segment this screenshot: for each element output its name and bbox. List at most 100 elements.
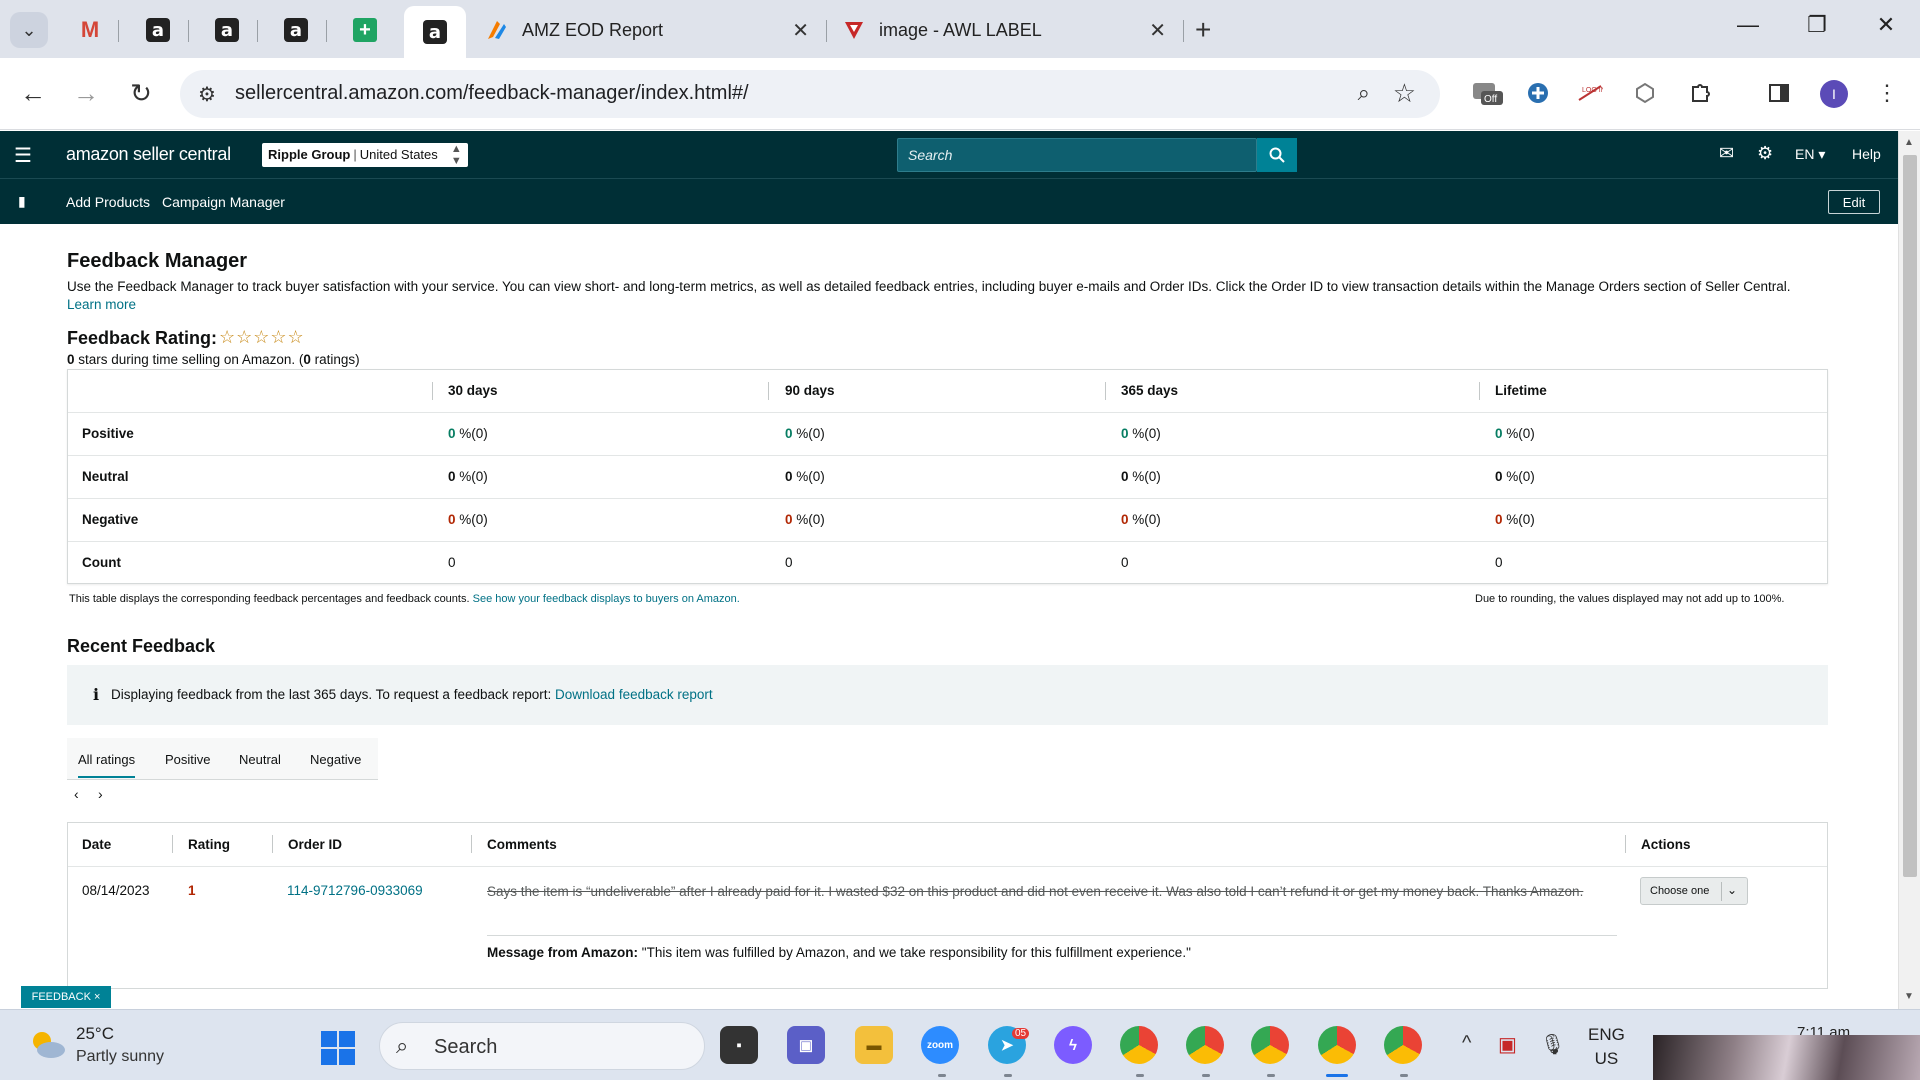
taskbar-search-input[interactable]: ⌕ Search: [379, 1022, 705, 1070]
extension-login-icon[interactable]: LOG IN: [1573, 78, 1607, 108]
order-id-link[interactable]: 114-9712796-0933069: [287, 883, 423, 898]
back-icon[interactable]: ←: [16, 78, 50, 109]
edit-nav-button[interactable]: Edit: [1828, 190, 1880, 214]
percent-value: 0: [1495, 469, 1503, 484]
profile-avatar[interactable]: I: [1820, 80, 1848, 108]
tab-search-dropdown[interactable]: ⌄: [10, 12, 48, 48]
task-view-icon[interactable]: ▪: [720, 1026, 758, 1064]
seller-search-input[interactable]: Search: [897, 138, 1257, 172]
zoom-icon[interactable]: zoom: [921, 1026, 959, 1064]
close-tab-icon[interactable]: ✕: [1149, 18, 1166, 43]
download-report-link[interactable]: Download feedback report: [555, 687, 713, 702]
tray-app-icon[interactable]: ▣: [1498, 1032, 1517, 1057]
column-separator: [768, 382, 769, 400]
metrics-row-count: Count 0 0 0 0: [68, 542, 1827, 585]
lang-code: ENG: [1588, 1025, 1625, 1044]
percent-suffix: %(0): [1128, 426, 1161, 441]
weather-temperature[interactable]: 25°C: [76, 1024, 114, 1044]
scroll-down-icon[interactable]: ▼: [1904, 991, 1914, 1002]
help-link[interactable]: Help: [1852, 146, 1881, 162]
pinned-tab-sheets[interactable]: +: [341, 12, 389, 48]
weather-partly-sunny-icon[interactable]: [28, 1028, 65, 1058]
pinned-tab-amazon-active[interactable]: a: [404, 6, 466, 58]
tab-neutral[interactable]: Neutral: [239, 752, 281, 767]
extension-off-icon[interactable]: Off: [1470, 78, 1504, 108]
teams-chat-icon[interactable]: ▣: [787, 1026, 825, 1064]
settings-gear-icon[interactable]: ⚙: [1757, 143, 1773, 164]
reload-icon[interactable]: ↻: [124, 78, 158, 109]
extension-cube-icon[interactable]: [1628, 78, 1662, 108]
new-tab-button[interactable]: +: [1195, 14, 1211, 46]
sheets-plus-icon: +: [353, 18, 377, 42]
bookmark-star-icon[interactable]: ☆: [1393, 78, 1416, 109]
close-window-button[interactable]: ✕: [1866, 12, 1906, 38]
active-indicator: [1326, 1074, 1348, 1077]
chrome-profile-s-icon[interactable]: [1384, 1026, 1422, 1064]
page-scrollbar[interactable]: ▲ ▼: [1898, 131, 1920, 1009]
windows-start-icon[interactable]: [321, 1031, 355, 1065]
zoom-icon[interactable]: ⌕: [1358, 80, 1370, 106]
forward-icon[interactable]: →: [69, 78, 103, 109]
side-panel-icon[interactable]: [1762, 78, 1796, 108]
chrome-profile-1-icon[interactable]: [1120, 1026, 1158, 1064]
tab-positive[interactable]: Positive: [165, 752, 211, 767]
browser-menu-icon[interactable]: ⋮: [1870, 78, 1904, 108]
actions-dropdown[interactable]: Choose one ⌄: [1640, 877, 1748, 905]
hamburger-menu-icon[interactable]: ☰: [14, 143, 32, 168]
learn-more-link[interactable]: Learn more: [67, 297, 136, 312]
extension-plus-icon[interactable]: [1521, 78, 1555, 108]
restore-button[interactable]: ❐: [1797, 12, 1837, 38]
percent-suffix: %(0): [1502, 426, 1535, 441]
feedback-rating: 1: [188, 883, 196, 898]
tab-awl-label[interactable]: image - AWL LABEL ✕: [841, 10, 1166, 50]
microphone-icon[interactable]: 🎙︎: [1540, 1032, 1565, 1057]
seller-central-logo[interactable]: amazon seller central: [66, 144, 231, 165]
store-selector[interactable]: Ripple Group | United States ▲ ▼: [262, 143, 468, 167]
pinned-tab-amazon-3[interactable]: a: [272, 12, 320, 48]
page-description: Use the Feedback Manager to track buyer …: [67, 278, 1812, 314]
messages-mail-icon[interactable]: ✉: [1719, 143, 1734, 164]
extensions-puzzle-icon[interactable]: [1683, 78, 1717, 108]
rating-stars-value: 0: [67, 352, 75, 367]
percent-value: 0: [785, 512, 793, 527]
positive-30d: 0 %(0): [448, 426, 488, 441]
next-page-icon[interactable]: ›: [98, 786, 103, 802]
minimize-button[interactable]: —: [1728, 12, 1768, 38]
url-text[interactable]: sellercentral.amazon.com/feedback-manage…: [235, 82, 749, 105]
feedback-comment: Says the item is “undeliverable” after I…: [487, 884, 1584, 899]
bookmark-icon[interactable]: ▮: [18, 193, 26, 210]
pinned-tab-amazon-2[interactable]: a: [203, 12, 251, 48]
pinned-tab-amazon-1[interactable]: a: [134, 12, 182, 48]
feedback-tag-button[interactable]: FEEDBACK ×: [21, 986, 111, 1008]
row-label: Positive: [82, 426, 134, 441]
file-explorer-icon[interactable]: ▬: [855, 1026, 893, 1064]
prev-page-icon[interactable]: ‹: [74, 786, 79, 802]
tab-amz-eod-report[interactable]: AMZ EOD Report ✕: [484, 10, 809, 50]
telegram-badge: 05: [1012, 1028, 1030, 1039]
chrome-profile-i-icon[interactable]: [1318, 1026, 1356, 1064]
amazon-icon: a: [284, 18, 308, 42]
search-icon[interactable]: [1257, 138, 1297, 172]
nav-campaign-manager[interactable]: Campaign Manager: [162, 194, 285, 210]
pinned-tab-gmail[interactable]: M: [66, 12, 114, 48]
show-hidden-icons-chevron-icon[interactable]: ^: [1462, 1032, 1471, 1055]
running-indicator: [1202, 1074, 1210, 1077]
language-selector[interactable]: EN ▾: [1795, 146, 1825, 163]
percent-value: 0: [785, 426, 793, 441]
messenger-icon[interactable]: ϟ: [1054, 1026, 1092, 1064]
scroll-up-icon[interactable]: ▲: [1904, 137, 1914, 148]
input-language-indicator[interactable]: ENG US: [1588, 1023, 1625, 1071]
tab-negative[interactable]: Negative: [310, 752, 361, 767]
tab-all-ratings[interactable]: All ratings: [78, 752, 136, 778]
nav-add-products[interactable]: Add Products: [66, 194, 150, 210]
row-label: Count: [82, 555, 121, 570]
chrome-profile-c-icon[interactable]: [1251, 1026, 1289, 1064]
address-bar[interactable]: ⚙ sellercentral.amazon.com/feedback-mana…: [180, 70, 1440, 118]
weather-description[interactable]: Partly sunny: [76, 1048, 164, 1066]
buyer-display-link[interactable]: See how your feedback displays to buyers…: [473, 593, 740, 605]
col-30-days: 30 days: [448, 383, 498, 398]
site-settings-icon[interactable]: ⚙: [198, 82, 216, 107]
scrollbar-thumb[interactable]: [1903, 155, 1917, 877]
close-tab-icon[interactable]: ✕: [792, 18, 809, 43]
chrome-profile-2-icon[interactable]: [1186, 1026, 1224, 1064]
